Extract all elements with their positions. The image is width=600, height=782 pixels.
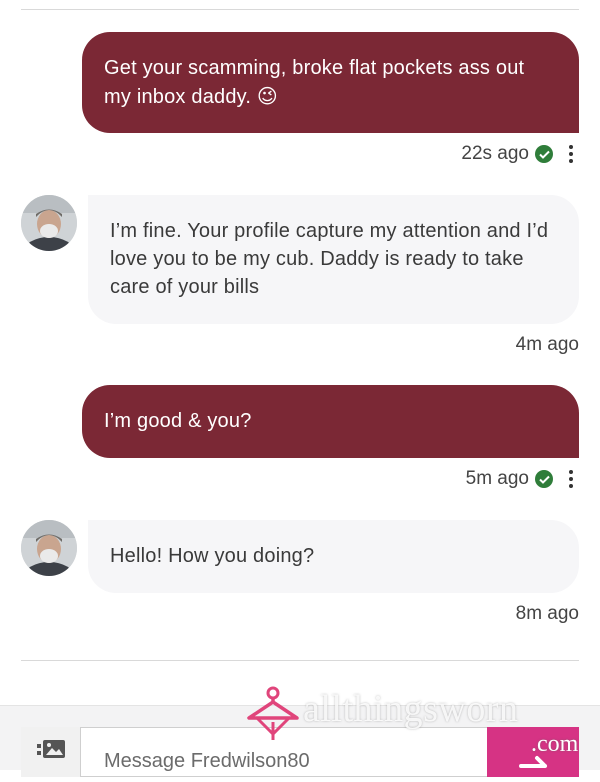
message-meta: 4m ago [516, 334, 579, 356]
message-input-placeholder: Message Fredwilson80 [104, 750, 310, 772]
read-check-icon [535, 470, 553, 488]
avatar[interactable] [21, 520, 77, 576]
message-text: I’m fine. Your profile capture my attent… [110, 220, 549, 298]
message-options-icon[interactable] [563, 143, 579, 165]
message-text: I’m good & you? [104, 410, 252, 432]
incoming-message-bubble: I’m fine. Your profile capture my attent… [88, 195, 579, 324]
incoming-message-bubble: Hello! How you doing? [88, 520, 579, 593]
avatar[interactable] [21, 195, 77, 251]
top-divider [21, 9, 579, 10]
message-options-icon[interactable] [563, 468, 579, 490]
image-upload-icon [36, 738, 66, 767]
message-text: Get your scamming, broke flat pockets as… [104, 57, 525, 108]
outgoing-message-bubble: Get your scamming, broke flat pockets as… [82, 32, 579, 133]
message-timestamp: 8m ago [515, 603, 579, 624]
message-meta: 8m ago [516, 603, 579, 625]
message-timestamp: 5m ago [465, 468, 529, 489]
message-meta: 5m ago [466, 468, 579, 490]
message-text: Hello! How you doing? [110, 545, 315, 567]
message-meta: 22s ago [461, 143, 579, 165]
read-check-icon [535, 145, 553, 163]
watermark-tld: .com [531, 731, 579, 757]
image-upload-button[interactable] [21, 727, 81, 777]
outgoing-message-bubble: I’m good & you? [82, 385, 579, 458]
bottom-divider [21, 660, 579, 661]
message-timestamp: 4m ago [515, 334, 579, 355]
message-timestamp: 22s ago [461, 143, 529, 164]
